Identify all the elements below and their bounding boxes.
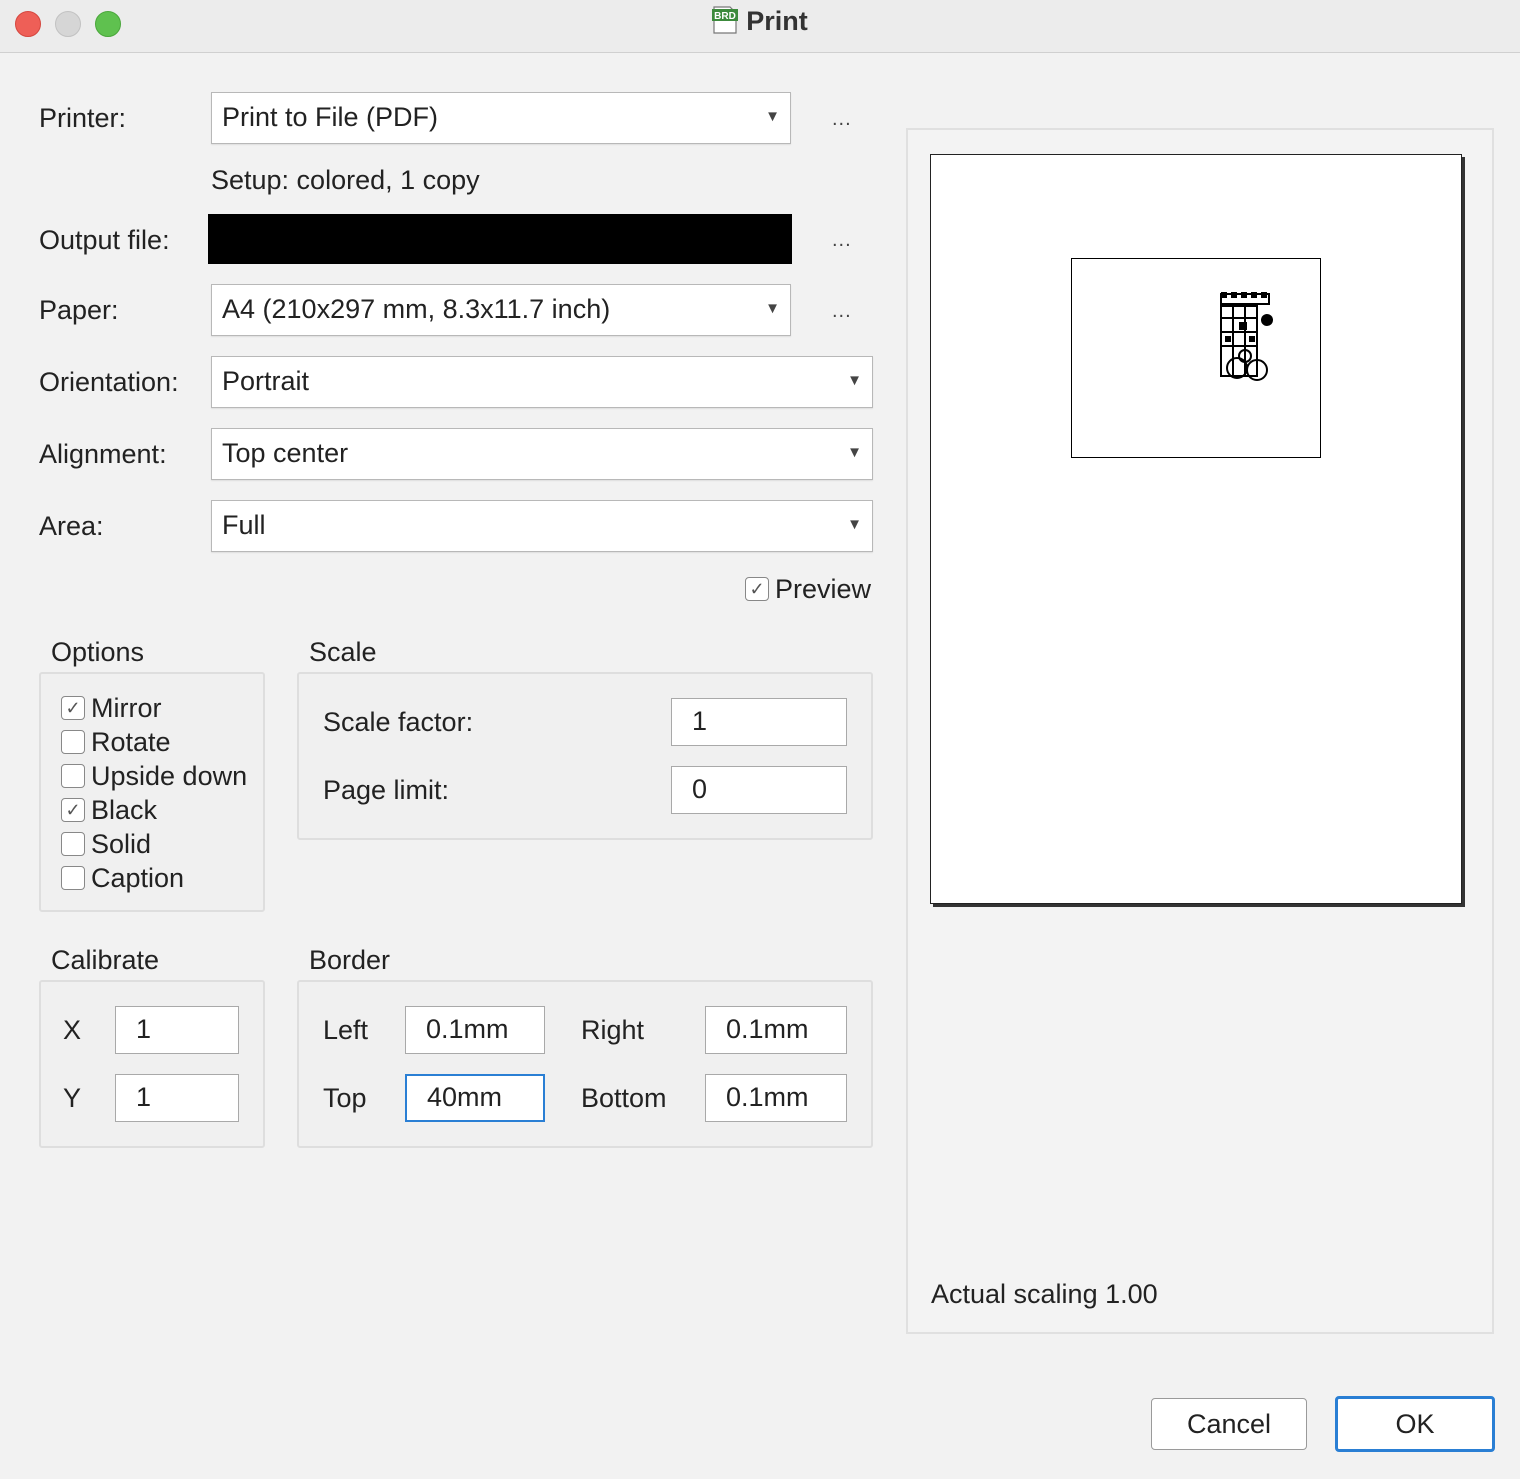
actual-scaling-text: Actual scaling 1.00 [931,1279,1158,1309]
border-right-input[interactable]: 0.1mm [705,1006,847,1054]
output-file-field[interactable] [208,214,792,264]
border-group-title: Border [309,945,391,975]
option-black-checkbox[interactable]: ✓ Black [61,793,247,827]
window-title-text: Print [746,6,808,36]
checkbox-check-icon: ✓ [745,577,769,601]
area-select[interactable]: Full ▼ [211,500,873,552]
brd-file-icon: BRD [712,5,739,35]
chevron-down-icon: ▼ [847,444,862,461]
checkbox-check-icon: ✓ [61,798,85,822]
checkbox-empty-icon [61,764,85,788]
option-caption-checkbox[interactable]: Caption [61,861,247,895]
output-file-more-button[interactable]: ... [832,229,852,252]
paper-more-button[interactable]: ... [832,300,852,323]
alignment-select[interactable]: Top center ▼ [211,428,873,480]
calibrate-y-input[interactable]: 1 [115,1074,239,1122]
output-file-label: Output file: [39,225,170,255]
scale-factor-input[interactable]: 1 [671,698,847,746]
orientation-select[interactable]: Portrait ▼ [211,356,873,408]
calibrate-group-title: Calibrate [51,945,160,975]
printer-value: Print to File (PDF) [222,102,439,132]
checkbox-empty-icon [61,832,85,856]
preview-board-outline [1071,258,1321,458]
scale-factor-label: Scale factor: [323,707,474,737]
calibrate-x-label: X [63,1015,82,1045]
preview-checkbox[interactable]: ✓ Preview [745,572,871,606]
orientation-value: Portrait [222,366,310,396]
option-label: Rotate [91,726,171,757]
option-upside-down-checkbox[interactable]: Upside down [61,759,247,793]
border-left-label: Left [323,1015,369,1045]
border-bottom-label: Bottom [581,1083,667,1113]
calibrate-y-label: Y [63,1083,82,1113]
option-label: Solid [91,828,152,859]
option-label: Mirror [91,692,162,723]
border-left-input[interactable]: 0.1mm [405,1006,545,1054]
option-mirror-checkbox[interactable]: ✓ Mirror [61,691,247,725]
option-label: Upside down [91,760,248,791]
page-limit-input[interactable]: 0 [671,766,847,814]
checkbox-empty-icon [61,866,85,890]
paper-value: A4 (210x297 mm, 8.3x11.7 inch) [222,294,611,324]
ok-button[interactable]: OK [1335,1396,1495,1452]
alignment-label: Alignment: [39,439,167,469]
title-bar: BRD Print [0,0,1520,53]
printer-more-button[interactable]: ... [832,108,852,131]
window-title: BRD Print [0,6,1520,38]
border-right-label: Right [581,1015,645,1045]
calibrate-x-input[interactable]: 1 [115,1006,239,1054]
alignment-value: Top center [222,438,349,468]
border-top-input[interactable]: 40mm [405,1074,545,1122]
preview-checkbox-label: Preview [775,573,872,604]
checkbox-check-icon: ✓ [61,696,85,720]
printer-label: Printer: [39,103,127,133]
cancel-button[interactable]: Cancel [1151,1398,1307,1450]
chevron-down-icon: ▼ [847,516,862,533]
area-label: Area: [39,511,104,541]
preview-pcb-drawing [1220,292,1273,381]
options-group-title: Options [51,637,145,667]
chevron-down-icon: ▼ [847,372,862,389]
orientation-label: Orientation: [39,367,179,397]
area-value: Full [222,510,266,540]
checkbox-empty-icon [61,730,85,754]
paper-select[interactable]: A4 (210x297 mm, 8.3x11.7 inch) ▼ [211,284,791,336]
page-limit-label: Page limit: [323,775,450,805]
setup-text: Setup: colored, 1 copy [211,165,480,195]
option-label: Black [91,794,158,825]
printer-select[interactable]: Print to File (PDF) ▼ [211,92,791,144]
border-top-label: Top [323,1083,367,1113]
option-label: Caption [91,862,185,893]
border-bottom-input[interactable]: 0.1mm [705,1074,847,1122]
options-list: ✓ Mirror Rotate Upside down ✓ Black Solid … [61,691,247,895]
chevron-down-icon: ▼ [765,108,780,125]
paper-label: Paper: [39,295,119,325]
brd-icon-text: BRD [714,11,736,22]
chevron-down-icon: ▼ [765,300,780,317]
scale-group-title: Scale [309,637,377,667]
option-solid-checkbox[interactable]: Solid [61,827,247,861]
option-rotate-checkbox[interactable]: Rotate [61,725,247,759]
